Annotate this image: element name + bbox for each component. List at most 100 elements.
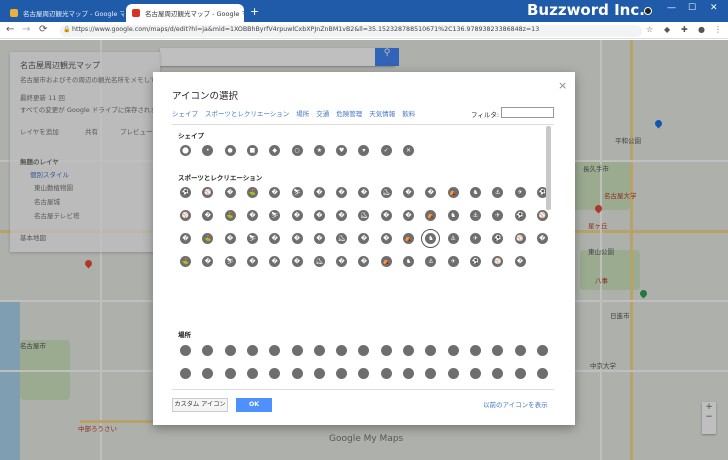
sport-icon[interactable]: � [246, 256, 258, 267]
sport-icon[interactable]: ⛺ [403, 233, 414, 244]
forward-arrow-icon[interactable]: → [22, 24, 30, 35]
sport-icon[interactable]: ⚓ [447, 233, 459, 244]
place-icon[interactable] [492, 345, 504, 356]
sport-icon[interactable]: ⚾ [536, 210, 548, 221]
place-icon[interactable] [336, 345, 348, 356]
place-icon[interactable] [246, 345, 258, 356]
sport-icon[interactable]: � [536, 233, 548, 244]
sport-icon[interactable]: ⛺ [425, 210, 437, 221]
sport-icon[interactable]: ⛳ [202, 233, 214, 244]
place-icon[interactable] [492, 368, 504, 379]
sport-icon[interactable]: ⚓ [492, 187, 504, 198]
custom-icon-button[interactable]: カスタム アイコン [172, 398, 228, 412]
show-old-icons-link[interactable]: 以前のアイコンを表示 [483, 399, 548, 409]
dot-icon[interactable]: ● [224, 145, 236, 156]
place-icon[interactable] [269, 345, 281, 356]
category-link-hazard[interactable]: 危険管理 [336, 108, 362, 118]
sport-icon[interactable]: � [425, 187, 437, 198]
profile-icon[interactable] [644, 7, 652, 15]
sport-icon[interactable]: ♞ [469, 187, 481, 198]
close-icon[interactable]: × [558, 79, 567, 92]
sport-icon[interactable]: ♞ [421, 229, 441, 248]
sport-icon[interactable]: ⚾ [492, 256, 504, 267]
sport-icon[interactable]: ✈ [492, 210, 504, 221]
sport-icon[interactable]: � [380, 210, 392, 221]
place-icon[interactable] [313, 368, 325, 379]
back-arrow-icon[interactable]: ← [6, 24, 14, 35]
sport-icon[interactable]: � [224, 187, 236, 198]
sport-icon[interactable]: � [358, 256, 370, 267]
category-link-places[interactable]: 場所 [296, 108, 309, 118]
menu-kebab-icon[interactable]: ⋮ [714, 25, 722, 34]
sport-icon[interactable]: � [202, 256, 214, 267]
place-icon[interactable] [180, 368, 191, 379]
pin-icon[interactable]: ⬤ [180, 145, 191, 156]
place-icon[interactable] [358, 345, 370, 356]
browser-tab-2-active[interactable]: 名古屋周辺観光マップ - Google マ × [126, 4, 244, 22]
sport-icon[interactable]: ⛳ [246, 187, 258, 198]
sport-icon[interactable]: � [313, 210, 325, 221]
sport-icon[interactable]: ⛺ [447, 187, 459, 198]
new-tab-button[interactable]: + [250, 5, 259, 18]
sport-icon[interactable]: ⛳ [180, 256, 191, 267]
sport-icon[interactable]: ⛸ [313, 256, 325, 267]
place-icon[interactable] [403, 368, 414, 379]
category-link-sports[interactable]: スポーツとレクリエーション [205, 108, 289, 118]
sport-icon[interactable]: � [269, 256, 281, 267]
sport-icon[interactable]: � [336, 187, 348, 198]
sport-icon[interactable]: � [224, 233, 236, 244]
place-icon[interactable] [180, 345, 191, 356]
place-icon[interactable] [536, 345, 548, 356]
bookmark-star-icon[interactable]: ☆ [646, 25, 653, 34]
place-icon[interactable] [469, 345, 481, 356]
sport-icon[interactable]: ⚾ [514, 233, 526, 244]
place-icon[interactable] [291, 345, 303, 356]
sport-icon[interactable]: ✈ [469, 233, 481, 244]
sport-icon[interactable]: ⛷ [246, 233, 258, 244]
sport-icon[interactable]: � [380, 233, 392, 244]
profile-avatar-icon[interactable]: ● [698, 25, 705, 34]
place-icon[interactable] [425, 345, 437, 356]
square-icon[interactable]: ■ [246, 145, 258, 156]
maximize-button[interactable]: ☐ [688, 3, 696, 13]
sport-icon[interactable]: � [246, 210, 258, 221]
sport-icon[interactable]: ⛷ [224, 256, 236, 267]
place-icon[interactable] [514, 345, 526, 356]
place-icon[interactable] [514, 368, 526, 379]
puzzle-icon[interactable]: ✚ [681, 25, 688, 34]
sport-icon[interactable]: ⚓ [469, 210, 481, 221]
sport-icon[interactable]: ⛳ [224, 210, 236, 221]
place-icon[interactable] [269, 368, 281, 379]
place-icon[interactable] [380, 368, 392, 379]
check-icon[interactable]: ✓ [380, 145, 392, 156]
category-link-shapes[interactable]: シェイプ [172, 108, 198, 118]
heart-icon[interactable]: ♥ [336, 145, 348, 156]
sport-icon[interactable]: ⛷ [291, 187, 303, 198]
sport-icon[interactable]: � [403, 210, 414, 221]
place-icon[interactable] [246, 368, 258, 379]
place-icon[interactable] [469, 368, 481, 379]
place-icon[interactable] [224, 368, 236, 379]
sport-icon[interactable]: ⛸ [336, 233, 348, 244]
filter-input[interactable] [501, 107, 554, 118]
sport-icon[interactable]: � [313, 187, 325, 198]
sport-icon[interactable]: � [269, 233, 281, 244]
place-icon[interactable] [403, 345, 414, 356]
sport-icon[interactable]: � [313, 233, 325, 244]
sport-icon[interactable]: � [336, 210, 348, 221]
sport-icon[interactable]: ⛷ [269, 210, 281, 221]
browser-tab-1[interactable]: 名古屋周辺観光マップ - Google マ × [4, 4, 124, 22]
sport-icon[interactable]: � [180, 233, 191, 244]
circle-icon[interactable]: ○ [291, 145, 303, 156]
category-link-transport[interactable]: 交通 [316, 108, 329, 118]
scrollbar-thumb[interactable] [546, 126, 551, 210]
sport-icon[interactable]: ⛺ [380, 256, 392, 267]
star-icon[interactable]: ★ [313, 145, 325, 156]
cross-icon[interactable]: ✕ [403, 145, 414, 156]
sport-icon[interactable]: � [291, 210, 303, 221]
sport-icon[interactable]: ⚽ [469, 256, 481, 267]
drop-icon[interactable]: ▾ [358, 145, 370, 156]
sport-icon[interactable]: � [269, 187, 281, 198]
sport-icon[interactable]: ⚽ [180, 187, 191, 198]
category-link-weather[interactable]: 天気情報 [369, 108, 395, 118]
